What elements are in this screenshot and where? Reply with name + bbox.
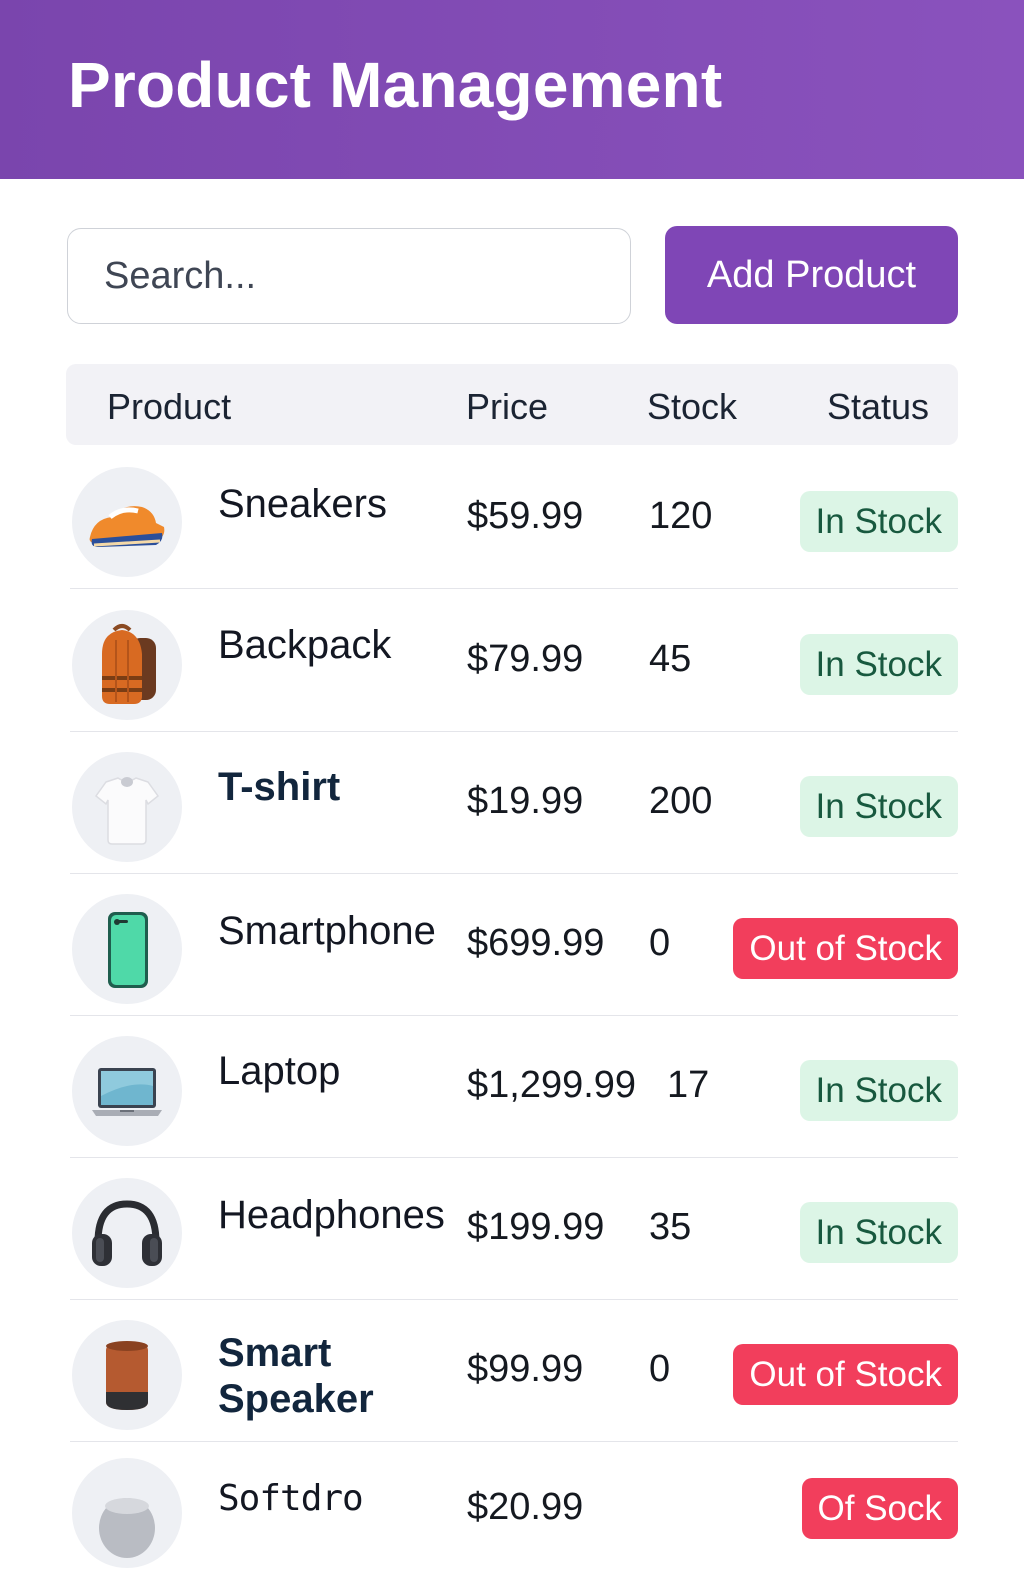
status-badge: Out of Stock bbox=[733, 918, 958, 979]
status-badge: Out of Stock bbox=[733, 1344, 958, 1405]
smartphone-icon bbox=[72, 894, 182, 1004]
product-price: $59.99 bbox=[467, 495, 584, 537]
app-header: Product Management bbox=[0, 0, 1024, 179]
table-row[interactable]: Headphones $199.99 35 In Stock bbox=[70, 1158, 958, 1300]
product-name: Backpack bbox=[218, 623, 392, 667]
product-price: $19.99 bbox=[467, 780, 584, 822]
table-row[interactable]: Smart Speaker $99.99 0 Out of Stock bbox=[70, 1300, 958, 1442]
product-name: T-shirt bbox=[218, 765, 341, 809]
table-row[interactable]: Softdro $20.99 Of Sock bbox=[70, 1442, 958, 1584]
product-name: Softdro bbox=[218, 1478, 364, 1519]
product-price: $79.99 bbox=[467, 638, 584, 680]
product-price: $99.99 bbox=[467, 1348, 584, 1390]
backpack-icon bbox=[72, 610, 182, 720]
product-name: Headphones bbox=[218, 1193, 445, 1237]
product-stock: 45 bbox=[649, 638, 692, 680]
table-row[interactable]: Laptop $1,299.99 17 In Stock bbox=[70, 1016, 958, 1158]
column-header-status[interactable]: Status bbox=[827, 386, 929, 428]
product-name-line2: Speaker bbox=[218, 1377, 374, 1421]
product-stock: 17 bbox=[667, 1064, 710, 1106]
product-stock: 120 bbox=[649, 495, 713, 537]
speaker-icon bbox=[72, 1320, 182, 1430]
status-badge: Of Sock bbox=[801, 1478, 958, 1539]
product-stock: 0 bbox=[649, 1348, 671, 1390]
table-row[interactable]: Smartphone $699.99 0 Out of Stock bbox=[70, 874, 958, 1016]
product-stock: 200 bbox=[649, 780, 713, 822]
product-name: Smartphone bbox=[218, 909, 436, 953]
homepod-icon bbox=[72, 1458, 182, 1568]
headphones-icon bbox=[72, 1178, 182, 1288]
add-product-button[interactable]: Add Product bbox=[665, 226, 958, 324]
product-price: $20.99 bbox=[467, 1486, 584, 1528]
table-row[interactable]: T-shirt $19.99 200 In Stock bbox=[70, 732, 958, 874]
laptop-icon bbox=[72, 1036, 182, 1146]
tshirt-icon bbox=[72, 752, 182, 862]
column-header-product[interactable]: Product bbox=[107, 386, 231, 428]
status-badge: In Stock bbox=[799, 491, 958, 552]
sneaker-icon bbox=[72, 467, 182, 577]
status-badge: In Stock bbox=[799, 776, 958, 837]
product-name: Laptop bbox=[218, 1049, 341, 1093]
table-row[interactable]: Sneakers $59.99 120 In Stock bbox=[70, 447, 958, 589]
product-name-line1: Smart bbox=[218, 1331, 332, 1375]
table-row[interactable]: Backpack $79.99 45 In Stock bbox=[70, 590, 958, 732]
status-badge: In Stock bbox=[799, 1202, 958, 1263]
product-name: Sneakers bbox=[218, 482, 387, 526]
product-price: $199.99 bbox=[467, 1206, 605, 1248]
page-title: Product Management bbox=[68, 49, 723, 121]
status-badge: In Stock bbox=[799, 1060, 958, 1121]
product-price: $1,299.99 bbox=[467, 1064, 637, 1106]
column-header-stock[interactable]: Stock bbox=[647, 386, 737, 428]
table-header: Product Price Stock Status bbox=[66, 364, 958, 445]
product-name: Smart Speaker bbox=[218, 1330, 374, 1422]
product-stock: 35 bbox=[649, 1206, 692, 1248]
product-price: $699.99 bbox=[467, 922, 605, 964]
status-badge: In Stock bbox=[799, 634, 958, 695]
search-input[interactable] bbox=[67, 228, 631, 324]
product-stock: 0 bbox=[649, 922, 671, 964]
column-header-price[interactable]: Price bbox=[466, 386, 548, 428]
